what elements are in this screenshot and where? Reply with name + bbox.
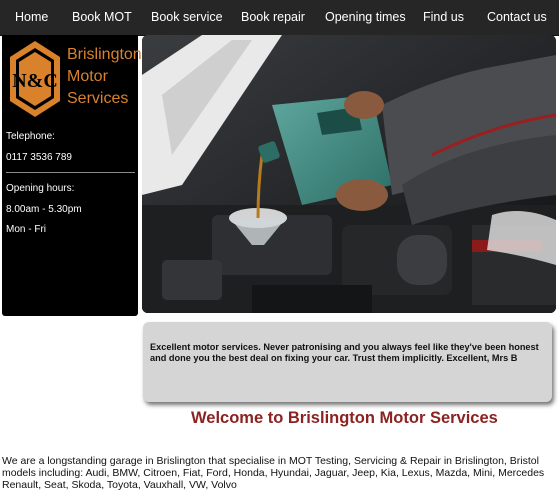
intro-line-1: We are a longstanding garage in Brisling… [2, 455, 539, 467]
intro-line-2: models including: Audi, BMW, Citroen, Fi… [2, 467, 545, 479]
nav-book-mot[interactable]: Book MOT [72, 0, 132, 35]
logo-line-2: Motor [67, 68, 108, 85]
nav-book-service[interactable]: Book service [151, 0, 223, 35]
nav-find-us[interactable]: Find us [423, 0, 464, 35]
mechanic-pouring-oil-illustration [142, 35, 556, 313]
opening-hours-value: 8.00am - 5.30pm [6, 204, 82, 215]
company-logo[interactable]: N&C Brislington Motor Services [6, 39, 142, 119]
testimonial-text: Excellent motor services. Never patronis… [150, 342, 550, 364]
welcome-heading: Welcome to Brislington Motor Services [191, 409, 498, 427]
sidebar: N&C Brislington Motor Services Telephone… [2, 35, 142, 316]
nav-home[interactable]: Home [15, 0, 48, 35]
nav-opening-times[interactable]: Opening times [325, 0, 406, 35]
telephone-number[interactable]: 0117 3536 789 [6, 152, 72, 163]
logo-monogram: N&C [12, 70, 58, 92]
nav-contact-us[interactable]: Contact us [487, 0, 547, 35]
telephone-label: Telephone: [6, 131, 55, 142]
logo-emblem: N&C [10, 41, 60, 117]
testimonial-line-1: Excellent motor services. Never patronis… [150, 342, 539, 352]
opening-hours-label: Opening hours: [6, 183, 75, 194]
testimonial-line-2: and done you the best deal on fixing you… [150, 353, 518, 363]
intro-paragraph: We are a longstanding garage in Brisling… [2, 455, 559, 491]
sidebar-divider [6, 172, 135, 173]
logo-wordmark: Brislington Motor Services [67, 44, 142, 110]
hero-image [142, 35, 556, 313]
main-nav: Home Book MOT Book service Book repair O… [0, 0, 559, 36]
logo-line-1: Brislington [67, 46, 142, 63]
nav-book-repair[interactable]: Book repair [241, 0, 305, 35]
opening-days-value: Mon - Fri [6, 224, 46, 235]
logo-line-3: Services [67, 90, 129, 107]
intro-line-3: Renault, Seat, Skoda, Toyota, Vauxhall, … [2, 479, 237, 491]
testimonial-box: Excellent motor services. Never patronis… [143, 322, 552, 402]
